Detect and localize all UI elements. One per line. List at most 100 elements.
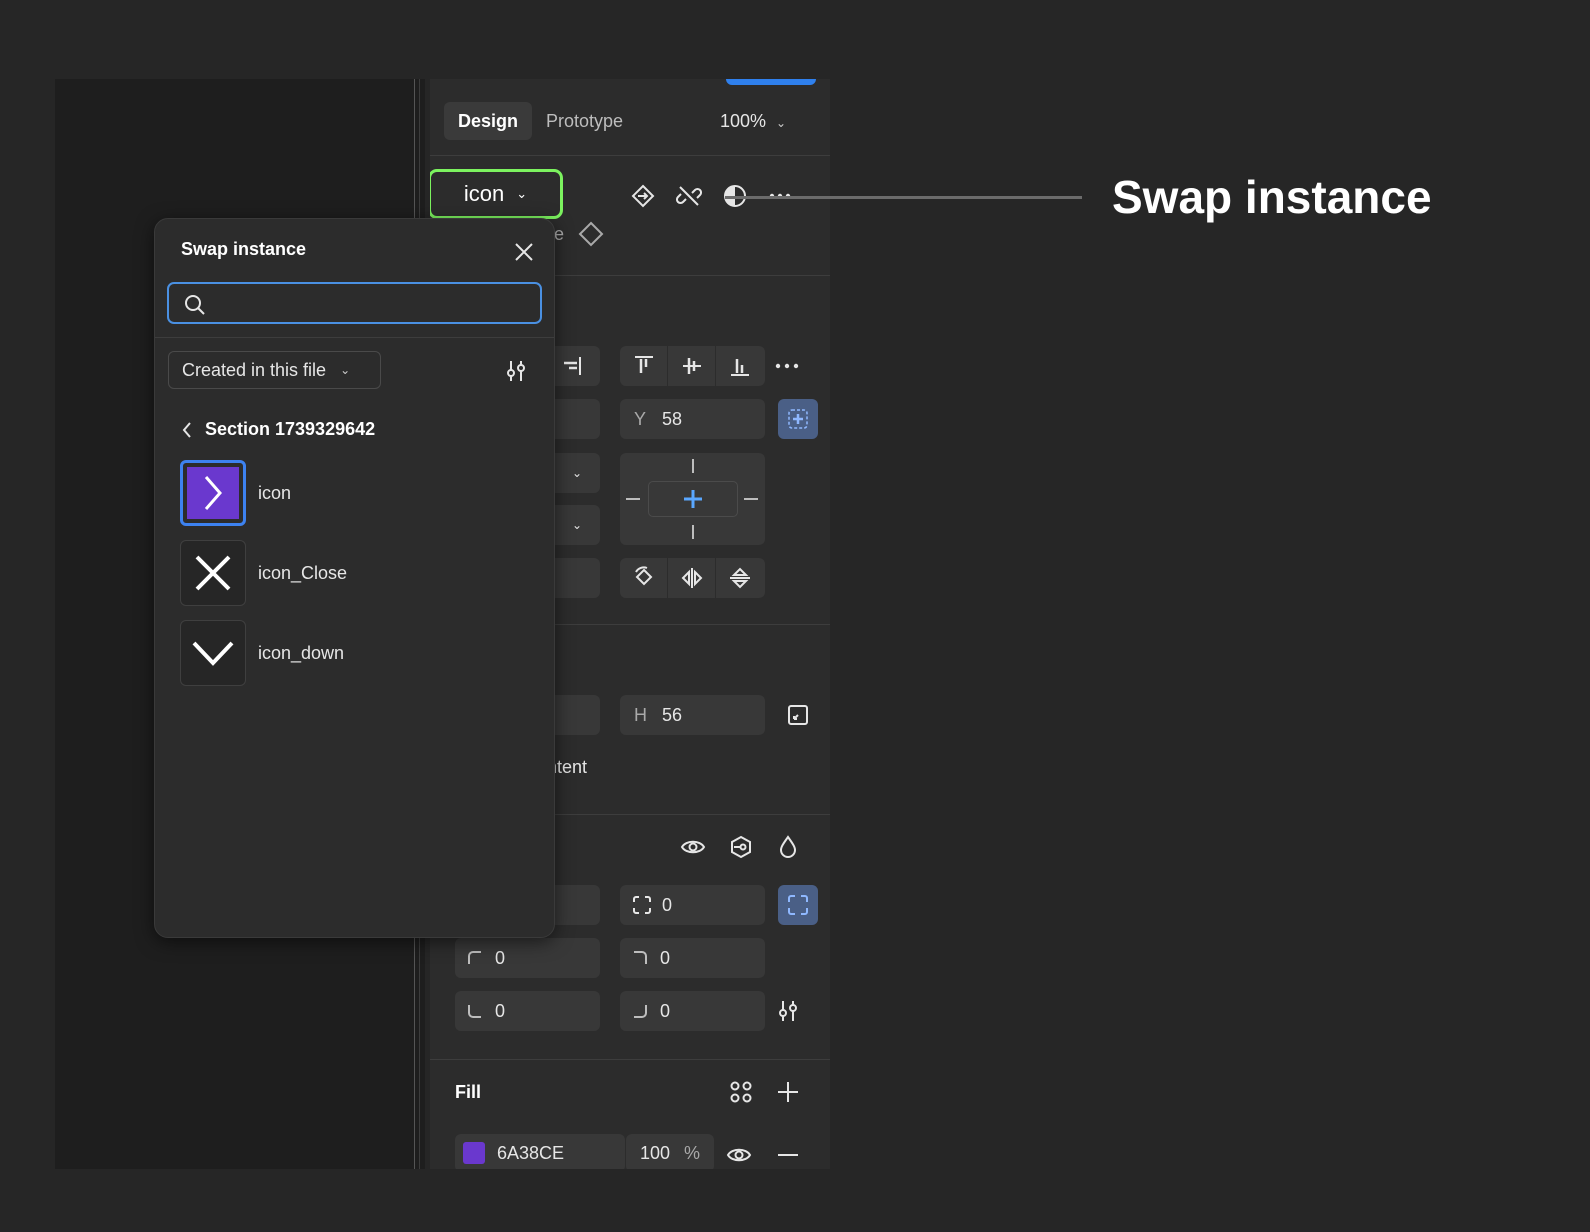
plus-box-icon (788, 409, 808, 429)
y-value: 58 (662, 408, 683, 429)
chevron-down-icon: ⌄ (516, 186, 528, 201)
chevron-down-icon: ⌄ (340, 363, 351, 377)
bottom-right-radius-field[interactable]: 0 (620, 991, 765, 1031)
top-right-radius-field[interactable]: 0 (620, 938, 765, 978)
top-left-corner-icon (468, 951, 481, 964)
resize-to-fit-button[interactable] (778, 695, 818, 735)
popup-title: Swap instance (181, 239, 307, 259)
h-value: 56 (662, 704, 683, 725)
close-icon[interactable] (511, 239, 537, 265)
tab-prototype[interactable]: Prototype (532, 102, 637, 140)
align-bottom-icon (731, 359, 749, 376)
top-left-radius-value: 0 (495, 947, 506, 968)
zoom-dropdown[interactable]: 100% ⌄ (720, 101, 786, 141)
align-middle-button[interactable] (668, 346, 716, 386)
component-item-icon[interactable]: icon (180, 459, 291, 527)
corner-radius-icon (633, 896, 651, 914)
search-icon (185, 295, 205, 315)
filter-settings-icon[interactable] (503, 358, 529, 384)
constraint-top[interactable] (692, 459, 694, 473)
chevron-down-icon: ⌄ (572, 466, 583, 480)
align-top-button[interactable] (620, 346, 668, 386)
h-label: H (634, 704, 647, 725)
component-item-label: icon (258, 482, 292, 503)
fill-opacity-field[interactable]: 100 % (626, 1134, 714, 1169)
breadcrumb[interactable]: Section 1739329642 (181, 419, 375, 440)
y-label: Y (634, 408, 647, 429)
component-property-icon[interactable] (728, 834, 754, 860)
fill-opacity: 100 (640, 1142, 671, 1163)
component-item-label: icon_Close (258, 562, 348, 583)
rotate-button[interactable] (620, 558, 668, 598)
align-top-icon (634, 356, 653, 373)
component-thumbnail (180, 620, 246, 686)
bottom-right-corner-icon (634, 1005, 647, 1018)
flip-vertical-button[interactable] (716, 558, 764, 598)
callout-connector (725, 196, 1082, 199)
callout-label: Swap instance (1112, 171, 1432, 223)
constraint-bottom[interactable] (692, 525, 694, 539)
plus-icon (684, 490, 702, 508)
align-bottom-button[interactable] (716, 346, 764, 386)
close-icon (195, 555, 231, 591)
search-input[interactable] (215, 290, 529, 318)
component-name: icon (463, 181, 505, 206)
align-right-icon (564, 357, 581, 375)
radius-settings-icon[interactable] (775, 998, 801, 1024)
component-name-button[interactable]: icon ⌄ (430, 169, 563, 219)
top-right-corner-icon (634, 951, 647, 964)
library-filter-value: Created in this file (182, 359, 327, 380)
corner-radius-value: 0 (662, 894, 673, 915)
bottom-left-radius-field[interactable]: 0 (455, 991, 600, 1031)
chevron-down-icon: ⌄ (776, 116, 787, 130)
share-button[interactable] (726, 79, 816, 85)
tab-design[interactable]: Design (444, 102, 533, 140)
independent-corners-icon (788, 895, 808, 915)
fill-section-title: Fill (455, 1082, 481, 1102)
independent-corners-button[interactable] (778, 885, 818, 925)
bottom-left-corner-icon (468, 1005, 481, 1018)
chevron-right-icon (204, 476, 222, 510)
more-alignment-icon[interactable] (773, 353, 801, 379)
eye-icon[interactable] (680, 834, 706, 860)
chevron-left-icon[interactable] (181, 421, 193, 439)
divider (155, 337, 554, 338)
component-thumbnail (180, 460, 246, 526)
styles-grid-icon[interactable] (728, 1079, 754, 1105)
add-position-button[interactable] (778, 399, 818, 439)
transform-group (620, 558, 765, 598)
constraint-widget[interactable] (620, 453, 765, 545)
library-filter-dropdown[interactable]: Created in this file ⌄ (168, 351, 381, 389)
constraint-left[interactable] (626, 498, 640, 500)
bottom-left-radius-value: 0 (495, 1000, 506, 1021)
rotate-icon (634, 566, 652, 586)
component-item-icon-close[interactable]: icon_Close (180, 539, 347, 607)
fill-hex: 6A38CE (497, 1142, 565, 1163)
panel-tabs: Design Prototype (444, 101, 637, 141)
component-item-icon-down[interactable]: icon_down (180, 619, 344, 687)
constraint-right[interactable] (744, 498, 758, 500)
divider (430, 155, 830, 156)
remove-fill-icon[interactable] (775, 1142, 801, 1168)
chevron-down-icon (192, 641, 234, 666)
detach-instance-icon[interactable] (676, 183, 702, 209)
blend-mode-icon[interactable] (775, 834, 801, 860)
component-item-label: icon_down (258, 642, 345, 663)
constraint-center-box[interactable] (648, 481, 738, 517)
go-to-main-component-icon[interactable] (630, 183, 656, 209)
align-middle-icon (682, 358, 701, 374)
top-left-radius-field[interactable]: 0 (455, 938, 600, 978)
divider (430, 1059, 830, 1060)
y-position-field[interactable]: Y 58 (620, 399, 765, 439)
corner-radius-field[interactable]: 0 (620, 885, 765, 925)
bottom-right-radius-value: 0 (660, 1000, 671, 1021)
flip-horizontal-button[interactable] (668, 558, 716, 598)
flip-vertical-icon (730, 567, 750, 589)
height-field[interactable]: H 56 (620, 695, 765, 735)
search-box (167, 282, 542, 324)
top-right-radius-value: 0 (660, 947, 671, 968)
fill-swatch[interactable] (463, 1142, 485, 1164)
fill-color-field[interactable]: 6A38CE (455, 1134, 625, 1169)
fill-visibility-icon[interactable] (726, 1142, 752, 1168)
add-fill-icon[interactable] (775, 1079, 801, 1105)
